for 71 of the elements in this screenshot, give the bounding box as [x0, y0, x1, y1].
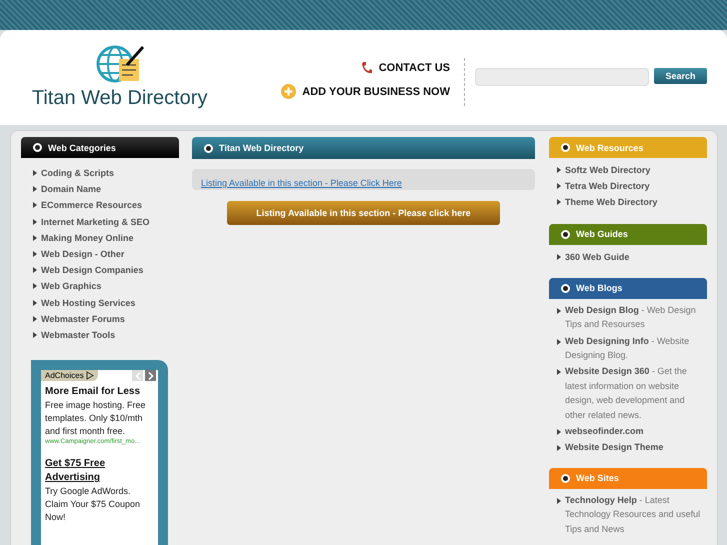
section-title: Web Categories	[48, 142, 116, 152]
category-link[interactable]: Web Hosting Services	[41, 294, 136, 311]
triangle-icon	[33, 332, 37, 338]
bullet-icon	[561, 284, 570, 293]
category-link[interactable]: Web Design Companies	[41, 262, 144, 278]
category-link[interactable]: Web Design - Other	[41, 246, 124, 262]
section-title: Web Blogs	[576, 283, 622, 294]
category-link[interactable]: Internet Marketing & SEO	[41, 214, 150, 230]
category-link[interactable]: Domain Name	[41, 181, 102, 198]
resource-link[interactable]: Website Design 360 - Get the latest information on website design, web development and other related news.	[565, 364, 707, 423]
bullet-icon	[33, 143, 42, 152]
triangle-icon	[557, 199, 561, 206]
triangle-icon	[33, 202, 37, 208]
resource-link[interactable]: Theme Web Directory	[565, 194, 658, 211]
triangle-icon	[33, 170, 37, 176]
globe-notepad-icon	[94, 43, 145, 85]
search-field[interactable]	[475, 68, 649, 86]
play-icon	[86, 371, 94, 380]
triangle-icon	[557, 498, 561, 504]
triangle-icon	[33, 251, 37, 258]
triangle-icon	[33, 316, 37, 322]
triangle-icon	[557, 183, 561, 190]
resource-link[interactable]: Web Designing Info - Website Designing Blog.	[565, 334, 707, 363]
resource-link[interactable]: Website Design Theme	[565, 440, 664, 455]
triangle-icon	[557, 445, 561, 452]
resource-link[interactable]: Web Design Blog - Web Design Tips and Resourses	[565, 302, 707, 332]
bullet-icon	[561, 230, 570, 239]
triangle-icon	[33, 218, 37, 225]
ad-text: Try Google AdWords. Claim Your $75 Coupon Now!	[45, 485, 142, 524]
bullet-icon	[561, 143, 570, 152]
triangle-icon	[33, 186, 37, 192]
category-link[interactable]: ECommerce Resources	[41, 197, 142, 214]
listing-button[interactable]: Listing Available in this section - Please click here	[227, 201, 500, 225]
category-link[interactable]: Coding & Scripts	[41, 165, 114, 182]
resource-link[interactable]: Technology Help - Latest Technology Resources and useful Tips and News	[565, 492, 707, 537]
section-title: Web Sites	[576, 473, 619, 484]
triangle-icon	[33, 267, 37, 274]
section-title: Web Resources	[576, 142, 644, 152]
listing-link[interactable]: Listing Available in this section - Please Click Here	[201, 178, 402, 188]
triangle-icon	[33, 300, 37, 306]
site-title: Titan Web Directory	[32, 87, 208, 110]
resource-link[interactable]: 360 Web Guide	[565, 248, 630, 265]
plus-circle-icon	[281, 84, 296, 99]
phone-icon	[360, 61, 373, 75]
adchoices-label[interactable]: AdChoices	[41, 370, 98, 382]
add-business-link[interactable]: ADD YOUR BUSINESS NOW	[302, 86, 450, 98]
ad-text: Free image hosting. Free templates. Only $10/mth and first month free.	[45, 399, 147, 438]
section-title: Titan Web Directory	[219, 143, 304, 153]
search-button[interactable]: Search	[654, 68, 707, 84]
ad-headline[interactable]: Get $75 Free Advertising	[45, 457, 155, 486]
triangle-icon	[557, 167, 561, 173]
bullet-icon	[204, 144, 213, 152]
section-title: Web Guides	[576, 229, 628, 240]
category-link[interactable]: Making Money Online	[41, 230, 134, 246]
triangle-icon	[33, 234, 37, 241]
contact-us-link[interactable]: CONTACT US	[378, 62, 450, 74]
category-link[interactable]: Webmaster Tools	[41, 327, 116, 344]
triangle-icon	[557, 369, 561, 376]
ad-headline[interactable]: More Email for Less	[45, 385, 155, 400]
triangle-icon	[557, 338, 561, 344]
category-link[interactable]: Web Graphics	[41, 278, 102, 295]
bullet-icon	[561, 474, 570, 483]
next-button[interactable]	[145, 370, 156, 382]
triangle-icon	[557, 308, 561, 314]
triangle-icon	[557, 429, 561, 436]
category-link[interactable]: Webmaster Forums	[41, 310, 125, 328]
resource-link[interactable]: webseofinder.com	[565, 424, 644, 439]
resource-link[interactable]: Tetra Web Directory	[565, 178, 650, 194]
triangle-icon	[557, 254, 561, 260]
resource-link[interactable]: Softz Web Directory	[565, 162, 650, 178]
triangle-icon	[33, 283, 37, 290]
